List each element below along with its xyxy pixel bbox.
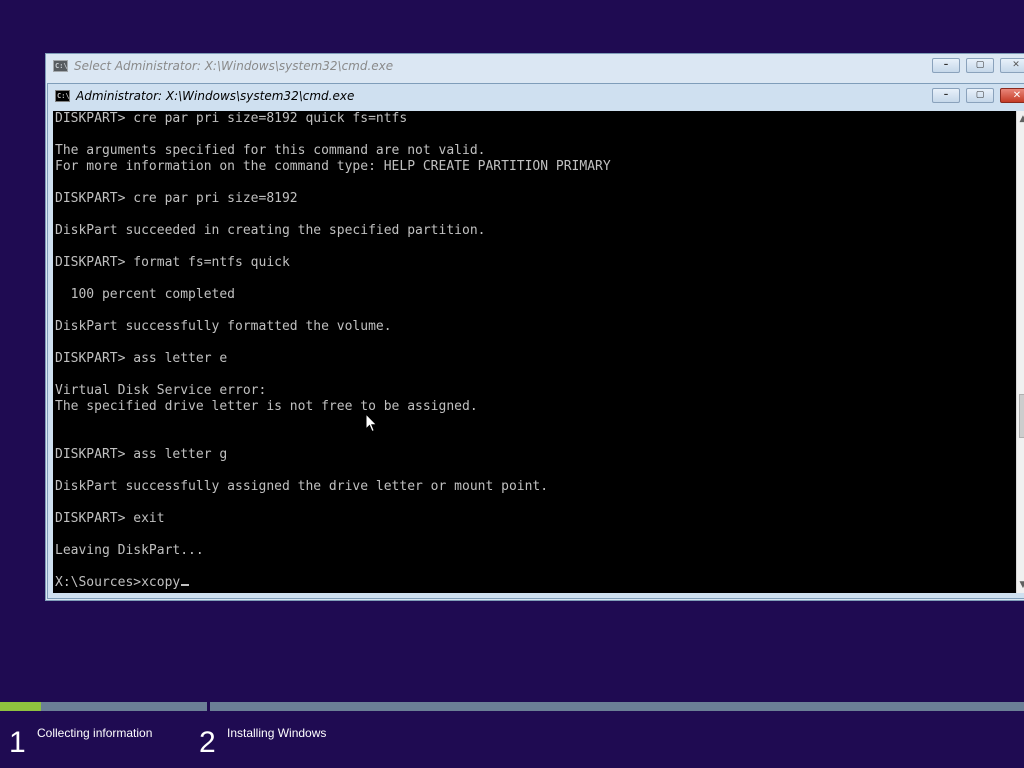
step1-progress-track bbox=[0, 702, 207, 711]
cmd-window[interactable]: C:\ Administrator: X:\Windows\system32\c… bbox=[47, 83, 1024, 599]
step2-number: 2 bbox=[199, 726, 216, 759]
cmd-icon: C:\ bbox=[55, 90, 70, 102]
vertical-scrollbar[interactable]: ▲ ▼ bbox=[1016, 111, 1024, 593]
scroll-down-arrow-icon[interactable]: ▼ bbox=[1018, 579, 1024, 591]
text-cursor bbox=[181, 584, 190, 586]
console-line: Virtual Disk Service error: bbox=[55, 383, 267, 398]
console-line: DISKPART> ass letter g bbox=[55, 447, 228, 462]
console-line: 100 percent completed bbox=[55, 287, 236, 302]
background-window-title: Select Administrator: X:\Windows\system3… bbox=[74, 59, 394, 73]
console-line: DiskPart successfully formatted the volu… bbox=[55, 319, 392, 334]
console-line: X:\Sources>xcopy bbox=[55, 575, 611, 591]
close-button[interactable]: ✕ bbox=[1000, 88, 1024, 103]
step2-label: Installing Windows bbox=[227, 726, 327, 740]
console-line: DiskPart successfully assigned the drive… bbox=[55, 479, 549, 494]
background-close-button[interactable]: ✕ bbox=[1000, 58, 1024, 73]
console-line: The specified drive letter is not free t… bbox=[55, 399, 478, 414]
step1-number: 1 bbox=[9, 726, 26, 759]
background-minimize-button[interactable]: – bbox=[932, 58, 960, 73]
console-line: DISKPART> exit bbox=[55, 511, 165, 526]
console-output[interactable]: DISKPART> cre par pri size=8192 quick fs… bbox=[53, 111, 1016, 593]
console-line: The arguments specified for this command… bbox=[55, 143, 486, 158]
cmd-window-titlebar[interactable]: C:\ Administrator: X:\Windows\system32\c… bbox=[48, 84, 1024, 110]
scrollbar-thumb[interactable] bbox=[1019, 394, 1024, 438]
console-text: DISKPART> cre par pri size=8192 quick fs… bbox=[55, 111, 611, 591]
step1-progress-fill bbox=[0, 702, 42, 711]
step2-progress-track bbox=[210, 702, 1024, 711]
console-line: DISKPART> ass letter e bbox=[55, 351, 228, 366]
maximize-button[interactable]: ▢ bbox=[966, 88, 994, 103]
console-line: DISKPART> format fs=ntfs quick bbox=[55, 255, 290, 270]
minimize-button[interactable]: – bbox=[932, 88, 960, 103]
console-line: Leaving DiskPart... bbox=[55, 543, 204, 558]
console-line: DISKPART> cre par pri size=8192 bbox=[55, 191, 298, 206]
scroll-up-arrow-icon[interactable]: ▲ bbox=[1018, 113, 1024, 125]
cmd-window-title: Administrator: X:\Windows\system32\cmd.e… bbox=[76, 89, 355, 103]
mouse-pointer-icon bbox=[365, 413, 378, 433]
console-line: DISKPART> cre par pri size=8192 quick fs… bbox=[55, 111, 408, 126]
console-line: For more information on the command type… bbox=[55, 159, 611, 174]
background-window-titlebar[interactable]: C:\ Select Administrator: X:\Windows\sys… bbox=[46, 54, 1024, 80]
background-maximize-button[interactable]: ▢ bbox=[966, 58, 994, 73]
step1-label: Collecting information bbox=[37, 726, 153, 740]
cmd-icon: C:\ bbox=[53, 60, 68, 72]
console-line: DiskPart succeeded in creating the speci… bbox=[55, 223, 486, 238]
